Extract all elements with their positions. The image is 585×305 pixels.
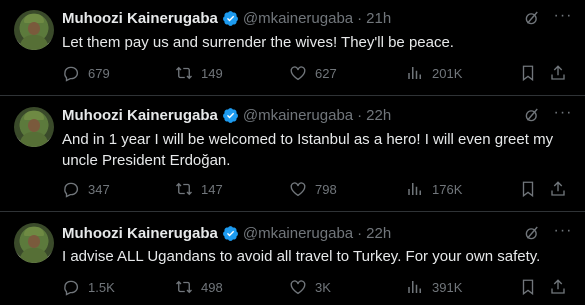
author-name[interactable]: Muhoozi Kainerugaba [62,107,218,124]
verified-badge-icon [222,10,238,26]
retweet-icon [176,66,192,80]
tweet-actions: 1.5K 498 3K 391K [62,277,572,297]
like-count: 3K [315,279,331,295]
views-icon [408,281,421,293]
retweet-button[interactable]: 498 [175,277,223,297]
retweet-count: 147 [201,181,223,197]
verified-badge-icon [222,107,238,123]
views-button[interactable]: 201K [406,63,462,83]
more-options-icon[interactable]: ··· [553,8,573,27]
tweet-feed: Muhoozi Kainerugaba @mkainerugaba · 21h … [0,0,585,305]
tweet-header: Muhoozi Kainerugaba @mkainerugaba · 22h [62,223,391,243]
tweet-header: Muhoozi Kainerugaba @mkainerugaba · 22h [62,105,391,125]
like-count: 798 [315,181,337,197]
bookmark-button[interactable] [519,63,537,83]
like-button[interactable]: 627 [289,63,337,83]
reply-icon [64,182,79,198]
share-icon [551,65,565,80]
retweet-button[interactable]: 149 [175,63,223,83]
share-button[interactable] [549,277,567,297]
reply-count: 1.5K [88,279,115,295]
like-button[interactable]: 3K [289,277,331,297]
tweet-actions: 347 147 798 176K [62,179,572,199]
bookmark-icon [522,181,534,198]
reply-button[interactable]: 679 [62,63,110,83]
avatar[interactable] [14,10,54,50]
like-icon [290,66,306,81]
bookmark-button[interactable] [519,277,537,297]
like-count: 627 [315,65,337,81]
share-icon [551,181,565,196]
author-handle[interactable]: @mkainerugaba [243,107,353,124]
reply-button[interactable]: 1.5K [62,277,115,297]
reply-button[interactable]: 347 [62,179,110,199]
share-button[interactable] [549,63,567,83]
retweet-icon [176,280,192,294]
like-icon [290,280,306,295]
tweet[interactable]: Muhoozi Kainerugaba @mkainerugaba · 22h … [0,213,585,305]
views-icon [408,67,421,79]
timestamp[interactable]: 21h [366,10,391,27]
more-options-icon[interactable]: ··· [553,223,573,242]
reply-icon [64,280,79,296]
grok-icon[interactable] [523,224,541,242]
retweet-count: 498 [201,279,223,295]
share-button[interactable] [549,179,567,199]
reply-icon [64,66,79,82]
retweet-count: 149 [201,65,223,81]
views-button[interactable]: 391K [406,277,462,297]
views-icon [408,183,421,195]
like-button[interactable]: 798 [289,179,337,199]
tweet-text: Let them pay us and surrender the wives!… [62,34,454,51]
retweet-button[interactable]: 147 [175,179,223,199]
reply-count: 347 [88,181,110,197]
tweet-text: I advise ALL Ugandans to avoid all trave… [62,248,541,265]
tweet[interactable]: Muhoozi Kainerugaba @mkainerugaba · 21h … [0,0,585,96]
tweet[interactable]: Muhoozi Kainerugaba @mkainerugaba · 22h … [0,97,585,212]
view-count: 391K [432,279,463,295]
bookmark-icon [522,65,534,82]
view-count: 201K [432,65,463,81]
view-count: 176K [432,181,463,197]
timestamp[interactable]: 22h [366,225,391,242]
author-handle[interactable]: @mkainerugaba [243,10,353,27]
avatar[interactable] [14,107,54,147]
avatar[interactable] [14,223,54,263]
tweet-header: Muhoozi Kainerugaba @mkainerugaba · 21h [62,8,391,28]
author-name[interactable]: Muhoozi Kainerugaba [62,10,218,27]
retweet-icon [176,182,192,196]
separator-dot: · [357,106,363,124]
reply-count: 679 [88,65,110,81]
author-handle[interactable]: @mkainerugaba [243,225,353,242]
more-options-icon[interactable]: ··· [553,105,573,124]
views-button[interactable]: 176K [406,179,462,199]
verified-badge-icon [222,225,238,241]
bookmark-icon [522,279,534,296]
tweet-actions: 679 149 627 201K [62,63,572,83]
tweet-text: And in 1 year I will be welcomed to Ista… [62,131,554,169]
separator-dot: · [357,224,363,242]
bookmark-button[interactable] [519,179,537,199]
like-icon [290,182,306,197]
share-icon [551,279,565,294]
author-name[interactable]: Muhoozi Kainerugaba [62,225,218,242]
separator-dot: · [357,9,363,27]
grok-icon[interactable] [523,9,541,27]
grok-icon[interactable] [523,106,541,124]
timestamp[interactable]: 22h [366,107,391,124]
